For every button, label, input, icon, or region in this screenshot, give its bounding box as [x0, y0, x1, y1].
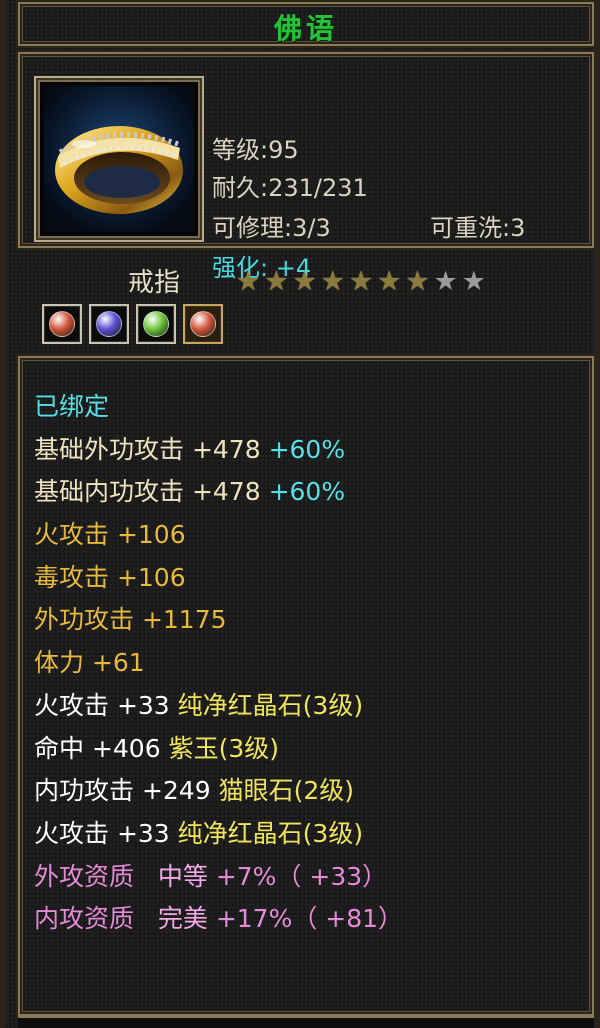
gem-stat-value: 火攻击 +33	[34, 818, 170, 848]
quality-value: +17%（ +81）	[215, 904, 404, 934]
quality-label: 内攻资质	[34, 904, 135, 934]
item-rewashable: 可重洗:3	[430, 214, 526, 242]
stat-poison-attack: 毒攻击 +106	[34, 562, 186, 592]
item-type-row: 戒指 ★ ★ ★ ★ ★ ★ ★ ★ ★	[18, 254, 594, 348]
quality-grade: 中等	[157, 861, 208, 891]
item-tooltip: 佛语 等级:95 耐久:231/231 可修理:3/3 可重洗:3 强化: +4…	[0, 0, 600, 1028]
item-header: 等级:95 耐久:231/231 可修理:3/3 可重洗:3 强化: +4	[18, 52, 594, 282]
stats-panel: 已绑定 基础外功攻击 +478 +60% 基础内功攻击 +478 +60% 火攻…	[18, 356, 594, 1016]
star-filled-icon: ★	[320, 266, 345, 297]
tooltip-bottom-edge	[18, 1016, 594, 1028]
star-empty-icon: ★	[433, 266, 458, 297]
gem-stat-1: 火攻击 +33 纯净红晶石(3级)	[34, 685, 582, 728]
stats-list: 已绑定 基础外功攻击 +478 +60% 基础内功攻击 +478 +60% 火攻…	[34, 386, 582, 941]
gem-stat-value: 火攻击 +33	[34, 690, 170, 720]
title-bar: 佛语	[18, 2, 594, 46]
star-filled-icon: ★	[348, 266, 374, 297]
gem-socket[interactable]	[42, 304, 82, 344]
gem-stat-name: 猫眼石(2级)	[218, 776, 354, 806]
stat-bonus-pct: +60%	[268, 477, 346, 507]
stat-value: 基础内功攻击 +478	[34, 477, 261, 507]
star-filled-icon: ★	[377, 266, 402, 297]
star-filled-icon: ★	[405, 266, 430, 297]
item-type: 戒指	[128, 268, 181, 298]
gem-stat-value: 内功攻击 +249	[34, 776, 211, 806]
outer-attack-quality: 外攻资质 中等 +7%（ +33）	[34, 856, 582, 899]
item-icon-frame	[34, 76, 204, 242]
green-cats-eye-gem-icon	[143, 311, 169, 337]
gem-socket[interactable]	[89, 304, 129, 344]
gem-stat-name: 纯净红晶石(3级)	[177, 818, 364, 848]
star-filled-icon: ★	[236, 266, 261, 297]
item-name: 佛语	[273, 12, 338, 45]
purple-jade-gem-icon	[96, 311, 122, 337]
gem-stat-2: 命中 +406 紫玉(3级)	[34, 728, 582, 771]
item-repairable: 可修理:3/3	[212, 214, 331, 242]
inner-attack-quality: 内攻资质 完美 +17%（ +81）	[34, 898, 582, 941]
star-filled-icon: ★	[292, 266, 317, 297]
gem-socket[interactable]	[136, 304, 176, 344]
item-level: 等级:95	[212, 136, 299, 164]
gem-stat-value: 命中 +406	[34, 733, 161, 763]
gem-sockets	[42, 304, 223, 344]
star-rating: ★ ★ ★ ★ ★ ★ ★ ★ ★	[236, 268, 486, 295]
item-durability: 耐久:231/231	[212, 174, 368, 202]
stat-base-inner-attack: 基础内功攻击 +478 +60%	[34, 471, 582, 514]
stat-stamina: 体力 +61	[34, 648, 145, 678]
quality-grade: 完美	[157, 904, 208, 934]
gem-stat-name: 纯净红晶石(3级)	[177, 690, 364, 720]
bound-status: 已绑定	[34, 392, 110, 421]
red-crystal-gem-icon	[190, 311, 216, 337]
quality-value: +7%（ +33）	[215, 861, 388, 891]
quality-label: 外攻资质	[34, 861, 135, 891]
star-filled-icon: ★	[264, 266, 289, 297]
gem-stat-4: 火攻击 +33 纯净红晶石(3级)	[34, 813, 582, 856]
ring-icon	[44, 86, 194, 232]
red-crystal-gem-icon	[49, 311, 75, 337]
gem-stat-name: 紫玉(3级)	[168, 733, 279, 763]
stat-fire-attack: 火攻击 +106	[34, 520, 186, 550]
stat-base-outer-attack: 基础外功攻击 +478 +60%	[34, 429, 582, 472]
stat-value: 基础外功攻击 +478	[34, 434, 261, 464]
gem-stat-3: 内功攻击 +249 猫眼石(2级)	[34, 770, 582, 813]
stat-outer-attack: 外功攻击 +1175	[34, 605, 227, 635]
gem-socket[interactable]	[183, 304, 223, 344]
star-empty-icon: ★	[461, 266, 486, 297]
stat-bonus-pct: +60%	[268, 434, 346, 464]
